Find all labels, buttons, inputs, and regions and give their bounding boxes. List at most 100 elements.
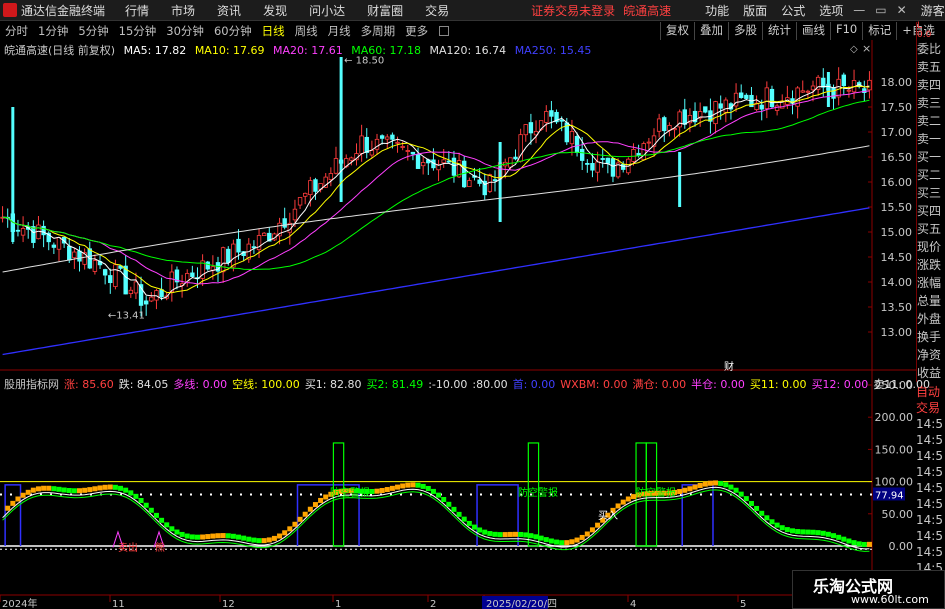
osc-block [564, 540, 570, 546]
candle-body [313, 179, 318, 192]
menu-market[interactable]: 行情 [125, 2, 149, 19]
legend-ma20: MA20: 17.61 [273, 44, 343, 57]
btn-fuquan[interactable]: 复权 [660, 22, 694, 40]
osc-block [384, 487, 390, 493]
osc-block [554, 539, 560, 545]
period-timeshare[interactable]: 分时 [5, 23, 28, 39]
candle-body [451, 157, 457, 176]
panel-field: 买一 [917, 150, 942, 164]
osc-block [754, 505, 760, 511]
menu-function[interactable]: 功能 [705, 2, 729, 19]
period-60min[interactable]: 60分钟 [214, 23, 252, 39]
restore-icon[interactable]: ▭ [875, 3, 886, 17]
menu-discover[interactable]: 发现 [263, 2, 287, 19]
period-15min[interactable]: 15分钟 [119, 23, 157, 39]
period-weekly[interactable]: 周线 [295, 23, 318, 39]
menu-wealth[interactable]: 财富圈 [367, 2, 403, 19]
osc-block [189, 534, 195, 540]
period-5min[interactable]: 5分钟 [78, 23, 108, 39]
osc-block [538, 535, 544, 541]
candle-body [646, 141, 652, 144]
candle-body [492, 179, 498, 182]
period-30min[interactable]: 30分钟 [166, 23, 204, 39]
osc-block [82, 487, 88, 493]
osc-block [266, 537, 272, 543]
sub-legend-name: 股朋指标网 [4, 378, 59, 391]
panel-field: 涨跌 [917, 258, 942, 272]
candle-body [236, 238, 241, 253]
panel-field: 卖一 [917, 132, 942, 146]
guest-label[interactable]: 游客 [921, 2, 945, 19]
panel-field[interactable]: 交易 [916, 400, 945, 416]
btn-stats[interactable]: 统计 [762, 22, 796, 40]
candle-body [805, 90, 811, 93]
period-multi[interactable]: 多周期 [361, 23, 396, 39]
close-icon[interactable]: ✕ [897, 3, 907, 17]
chart-area[interactable]: 18.00 17.50 17.00 16.50 16.00 15.50 15.00 14.50… [0, 40, 916, 609]
sub-tick-label: 0.00 [889, 540, 914, 553]
period-more[interactable]: 更多 [405, 23, 428, 39]
legend-ma10: MA10: 17.69 [194, 44, 265, 57]
osc-block [123, 487, 129, 493]
legend-ma5: MA5: 17.82 [123, 44, 187, 57]
date-label: 11 [112, 599, 125, 609]
candle-body [41, 225, 46, 236]
btn-f10[interactable]: F10 [830, 22, 862, 40]
btn-mark[interactable]: 标记 [862, 22, 896, 40]
menu-options[interactable]: 选项 [819, 2, 843, 19]
date-label: 2024年 [2, 597, 37, 609]
osc-block [194, 534, 200, 540]
period-monthly[interactable]: 月线 [328, 23, 351, 39]
panel-field: 换手 [917, 330, 942, 344]
osc-block [225, 533, 231, 539]
minimize-icon[interactable]: — [853, 3, 865, 17]
osc-block [102, 484, 108, 490]
osc-block [200, 534, 206, 540]
candle-body [682, 109, 687, 125]
panel-field: 现价 [917, 240, 942, 254]
period-daily[interactable]: 日线 [262, 23, 285, 39]
candle-body [739, 92, 744, 98]
chart-toolbar: 复权 叠加 多股 统计 画线 F10 标记 +自选 [660, 22, 940, 40]
candle-body [595, 161, 600, 173]
osc-block [789, 528, 795, 534]
menu-news[interactable]: 资讯 [217, 2, 241, 19]
login-warning[interactable]: 证券交易未登录 [531, 2, 615, 19]
candle-body [569, 131, 575, 145]
osc-block [841, 536, 847, 542]
candle-body [15, 229, 21, 232]
btn-multi[interactable]: 多股 [728, 22, 762, 40]
menu-formula[interactable]: 公式 [781, 2, 805, 19]
menu-trade[interactable]: 交易 [425, 2, 449, 19]
osc-block [112, 484, 118, 490]
osc-block [589, 527, 595, 533]
candle-body [220, 247, 226, 273]
price-tick-label: 14.00 [881, 276, 913, 289]
osc-block [379, 488, 385, 494]
candle-body [723, 99, 729, 113]
osc-block [153, 512, 159, 518]
candle-body [128, 289, 133, 295]
osc-block [825, 531, 831, 537]
candle-body [800, 90, 805, 93]
btn-draw[interactable]: 画线 [796, 22, 830, 40]
menu-ask[interactable]: 问小达 [309, 2, 345, 19]
osc-block [118, 485, 124, 491]
dropdown-icon[interactable] [439, 26, 450, 36]
menu-layout[interactable]: 版面 [743, 2, 767, 19]
osc-block [836, 534, 842, 540]
osc-block [436, 492, 442, 498]
menu-markets[interactable]: 市场 [171, 2, 195, 19]
osc-block [595, 522, 601, 528]
osc-block [312, 502, 318, 508]
btn-overlay[interactable]: 叠加 [694, 22, 728, 40]
osc-block [533, 534, 539, 540]
panel-field[interactable]: 自动 [916, 384, 945, 400]
current-value-label: 77.94 [875, 490, 904, 501]
candle-body [261, 232, 267, 237]
panel-field: 买三 [917, 186, 942, 200]
fangkong-label-2: 防空警报 [518, 486, 558, 499]
period-1min[interactable]: 1分钟 [38, 23, 68, 39]
osc-block [523, 532, 529, 538]
osc-block [625, 496, 631, 502]
